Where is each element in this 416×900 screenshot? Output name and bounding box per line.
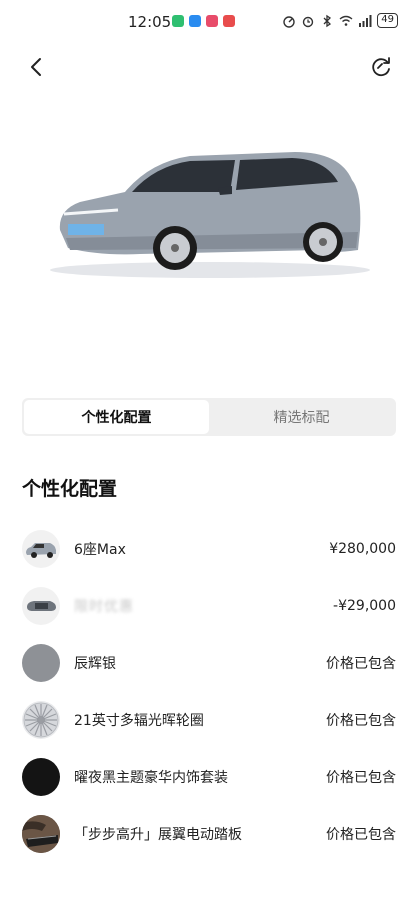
config-item-exterior-color[interactable]: 辰辉银 价格已包含	[22, 634, 396, 691]
battery-indicator: 49	[377, 13, 398, 28]
config-item-price: 价格已包含	[326, 826, 396, 843]
config-item-price: -¥29,000	[333, 597, 396, 614]
config-item-wheels[interactable]: 21英寸多辐光晖轮圈 价格已包含	[22, 691, 396, 748]
silver-swatch	[22, 643, 60, 682]
config-item-running-board[interactable]: 「步步高升」展翼电动踏板 价格已包含	[22, 805, 396, 862]
config-item-label: 6座Max	[74, 541, 126, 558]
signal-icon	[359, 14, 372, 27]
status-time: 12:05	[128, 13, 172, 31]
app-notification-icon	[223, 15, 235, 27]
config-item-price: 价格已包含	[326, 655, 396, 672]
config-item-seats[interactable]: 6座Max ¥280,000	[22, 520, 396, 577]
wifi-icon	[339, 15, 353, 26]
config-item-label: 曜夜黑主题豪华内饰套装	[74, 769, 228, 786]
car-roof-thumb-icon	[22, 586, 60, 625]
status-indicators: 49	[282, 13, 398, 28]
config-tabs: 个性化配置 精选标配	[22, 398, 396, 436]
status-app-icons	[172, 15, 235, 27]
back-icon[interactable]	[24, 54, 50, 80]
app-notification-icon	[172, 15, 184, 27]
wheel-icon	[22, 700, 60, 739]
app-notification-icon	[189, 15, 201, 27]
car-thumb-icon	[22, 529, 60, 568]
config-item-label: 辰辉银	[74, 655, 116, 672]
alarm-icon	[303, 16, 314, 27]
tab-standard-features[interactable]: 精选标配	[209, 400, 394, 434]
config-item-price: 价格已包含	[326, 769, 396, 786]
config-item-price: ¥280,000	[329, 540, 396, 557]
speed-icon	[283, 15, 295, 28]
status-bar: 12:05 49	[0, 0, 416, 44]
app-notification-icon	[206, 15, 218, 27]
black-swatch	[22, 757, 60, 796]
config-item-label: 限时优惠	[74, 598, 134, 615]
config-list: 6座Max ¥280,000 限时优惠 -¥29,000 辰辉银 价格已包含 2…	[22, 520, 396, 862]
config-item-label: 21英寸多辐光晖轮圈	[74, 712, 204, 729]
config-item-price: 价格已包含	[326, 712, 396, 729]
step-board-thumb-icon	[22, 814, 60, 853]
config-item-interior[interactable]: 曜夜黑主题豪华内饰套装 价格已包含	[22, 748, 396, 805]
tab-personalized-config[interactable]: 个性化配置	[24, 400, 209, 434]
config-item-discount[interactable]: 限时优惠 -¥29,000	[22, 577, 396, 634]
refresh-icon[interactable]	[368, 54, 394, 80]
bluetooth-icon	[323, 14, 332, 27]
section-title: 个性化配置	[22, 478, 118, 500]
car-image	[50, 152, 370, 278]
config-item-label: 「步步高升」展翼电动踏板	[74, 826, 242, 843]
